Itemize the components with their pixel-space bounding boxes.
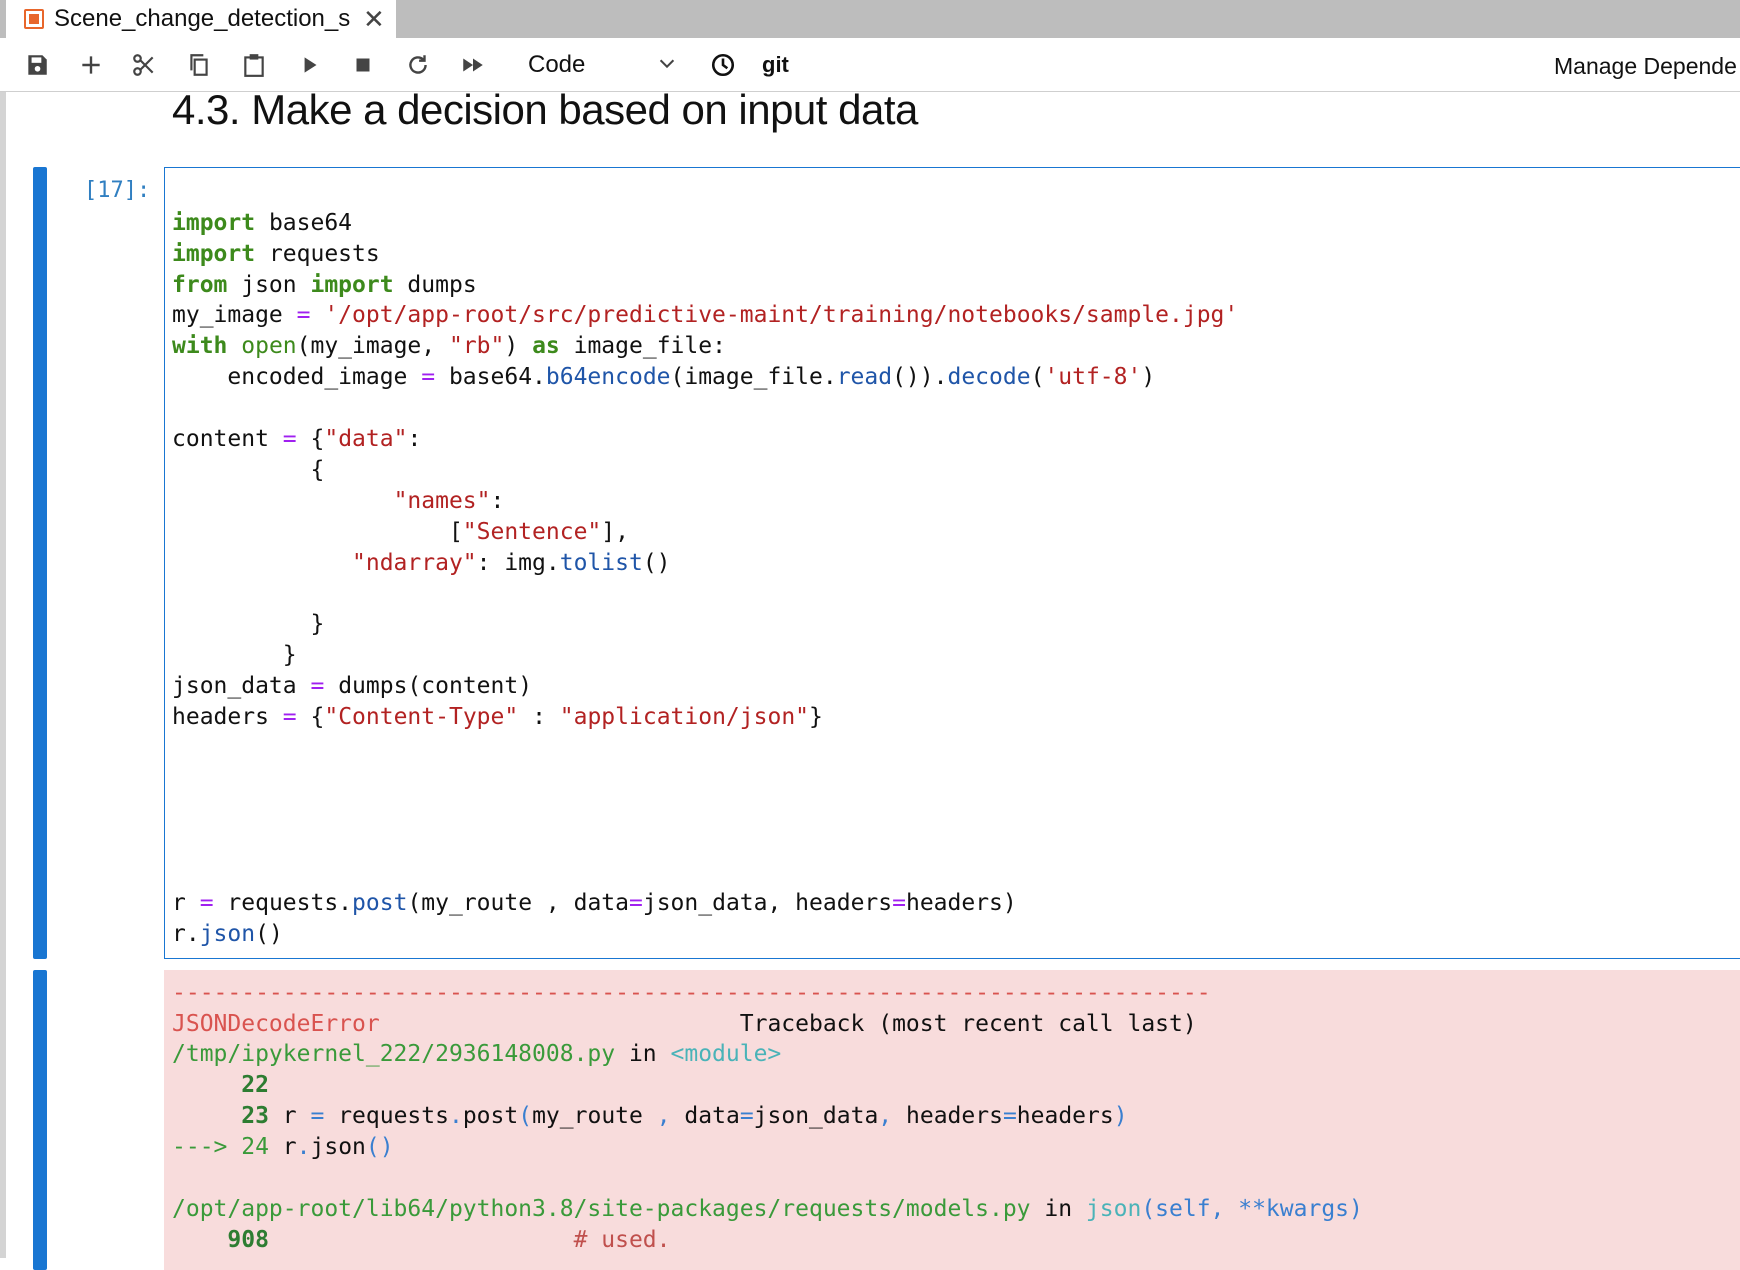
traceback-line: /opt/app-root/lib64/python3.8/site-packa… bbox=[172, 1196, 1363, 1222]
git-button[interactable]: git bbox=[762, 52, 789, 78]
code-line: json_data = dumps(content) bbox=[172, 673, 533, 699]
notebook-icon bbox=[24, 9, 44, 29]
code-line: import requests bbox=[172, 241, 380, 267]
traceback-line: 22 bbox=[172, 1072, 269, 1098]
code-line: "ndarray": img.tolist() bbox=[352, 550, 671, 576]
traceback-line: JSONDecodeError Traceback (most recent c… bbox=[172, 1011, 1197, 1037]
copy-icon[interactable] bbox=[182, 48, 216, 82]
code-line: encoded_image = base64.b64encode(image_f… bbox=[172, 364, 1156, 390]
clock-icon[interactable] bbox=[706, 48, 740, 82]
add-cell-icon[interactable] bbox=[74, 48, 108, 82]
input-collapser[interactable] bbox=[33, 167, 47, 959]
cut-icon[interactable] bbox=[127, 48, 161, 82]
manage-dependencies-button[interactable]: Manage Depende bbox=[1554, 53, 1737, 80]
code-line: { bbox=[172, 457, 325, 483]
traceback-line: 23 r = requests.post(my_route , data=jso… bbox=[172, 1103, 1128, 1129]
code-line: } bbox=[172, 611, 325, 637]
run-icon[interactable] bbox=[293, 48, 327, 82]
fast-forward-icon[interactable] bbox=[456, 48, 490, 82]
save-icon[interactable] bbox=[20, 48, 54, 82]
code-line: r = requests.post(my_route , data=json_d… bbox=[172, 890, 1017, 916]
traceback-line: 908 # used. bbox=[172, 1227, 671, 1253]
tab-title: Scene_change_detection_s bbox=[54, 5, 351, 32]
code-line: headers = {"Content-Type" : "application… bbox=[172, 704, 823, 730]
code-line: r.json() bbox=[172, 921, 283, 947]
notebook-toolbar: Code git Manage Depende bbox=[0, 38, 1740, 92]
code-line: with open(my_image, "rb") as image_file: bbox=[172, 333, 726, 359]
execution-prompt: [17]: bbox=[84, 178, 151, 203]
code-line: content = {"data": bbox=[172, 426, 422, 452]
code-line: from json import dumps bbox=[172, 272, 477, 298]
close-icon[interactable]: ✕ bbox=[363, 6, 385, 32]
panel-edge bbox=[0, 92, 6, 1258]
tab-bar: Scene_change_detection_s ✕ bbox=[0, 0, 1740, 38]
code-line: my_image = '/opt/app-root/src/predictive… bbox=[172, 302, 1239, 328]
traceback-line: ----------------------------------------… bbox=[172, 980, 1211, 1006]
traceback-line: /tmp/ipykernel_222/2936148008.py in <mod… bbox=[172, 1041, 782, 1067]
traceback-line: ---> 24 r.json() bbox=[172, 1134, 394, 1160]
code-line: import base64 bbox=[172, 210, 353, 236]
code-line: ["Sentence"], bbox=[172, 519, 629, 545]
restart-icon[interactable] bbox=[401, 48, 435, 82]
stop-icon[interactable] bbox=[346, 48, 380, 82]
output-collapser[interactable] bbox=[33, 970, 47, 1270]
section-heading: 4.3. Make a decision based on input data bbox=[172, 86, 918, 133]
chevron-down-icon bbox=[659, 59, 675, 69]
notebook-tab[interactable]: Scene_change_detection_s ✕ bbox=[6, 0, 396, 38]
cell-type-value: Code bbox=[528, 51, 586, 78]
cell-type-select[interactable]: Code bbox=[528, 46, 678, 84]
paste-icon[interactable] bbox=[237, 48, 271, 82]
code-line: "names": bbox=[393, 488, 505, 514]
code-line: } bbox=[172, 642, 297, 668]
